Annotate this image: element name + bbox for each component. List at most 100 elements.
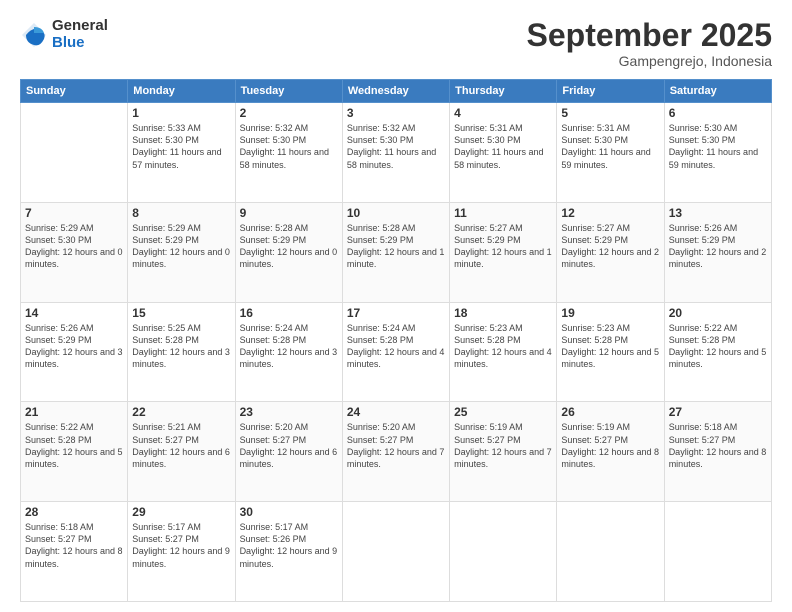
day-info: Sunrise: 5:25 AMSunset: 5:28 PMDaylight:…	[132, 322, 230, 371]
day-info: Sunrise: 5:27 AMSunset: 5:29 PMDaylight:…	[454, 222, 552, 271]
week-row-2: 7 Sunrise: 5:29 AMSunset: 5:30 PMDaylight…	[21, 202, 772, 302]
col-header-friday: Friday	[557, 80, 664, 103]
week-row-4: 21 Sunrise: 5:22 AMSunset: 5:28 PMDayligh…	[21, 402, 772, 502]
day-number: 26	[561, 405, 659, 419]
day-info: Sunrise: 5:29 AMSunset: 5:29 PMDaylight:…	[132, 222, 230, 271]
calendar-header-row: SundayMondayTuesdayWednesdayThursdayFrid…	[21, 80, 772, 103]
calendar-cell: 19 Sunrise: 5:23 AMSunset: 5:28 PMDayligh…	[557, 302, 664, 402]
day-info: Sunrise: 5:20 AMSunset: 5:27 PMDaylight:…	[347, 421, 445, 470]
day-info: Sunrise: 5:23 AMSunset: 5:28 PMDaylight:…	[561, 322, 659, 371]
day-number: 9	[240, 206, 338, 220]
day-number: 22	[132, 405, 230, 419]
day-number: 1	[132, 106, 230, 120]
day-number: 12	[561, 206, 659, 220]
calendar-cell: 28 Sunrise: 5:18 AMSunset: 5:27 PMDayligh…	[21, 502, 128, 602]
col-header-monday: Monday	[128, 80, 235, 103]
calendar-cell: 2 Sunrise: 5:32 AMSunset: 5:30 PMDaylight…	[235, 103, 342, 203]
col-header-thursday: Thursday	[450, 80, 557, 103]
day-number: 25	[454, 405, 552, 419]
day-info: Sunrise: 5:20 AMSunset: 5:27 PMDaylight:…	[240, 421, 338, 470]
day-number: 17	[347, 306, 445, 320]
day-number: 7	[25, 206, 123, 220]
calendar-cell: 15Sunrise: 5:25 AMSunset: 5:28 PMDayligh…	[128, 302, 235, 402]
calendar-cell: 25 Sunrise: 5:19 AMSunset: 5:27 PMDayligh…	[450, 402, 557, 502]
day-number: 21	[25, 405, 123, 419]
calendar-cell: 30Sunrise: 5:17 AMSunset: 5:26 PMDayligh…	[235, 502, 342, 602]
month-title: September 2025	[527, 18, 772, 53]
calendar-cell: 14 Sunrise: 5:26 AMSunset: 5:29 PMDayligh…	[21, 302, 128, 402]
day-number: 8	[132, 206, 230, 220]
day-number: 27	[669, 405, 767, 419]
calendar-cell: 10Sunrise: 5:28 AMSunset: 5:29 PMDayligh…	[342, 202, 449, 302]
day-info: Sunrise: 5:23 AMSunset: 5:28 PMDaylight:…	[454, 322, 552, 371]
calendar-table: SundayMondayTuesdayWednesdayThursdayFrid…	[20, 79, 772, 602]
col-header-tuesday: Tuesday	[235, 80, 342, 103]
logo-text: General Blue	[52, 18, 108, 51]
week-row-5: 28 Sunrise: 5:18 AMSunset: 5:27 PMDayligh…	[21, 502, 772, 602]
day-info: Sunrise: 5:18 AMSunset: 5:27 PMDaylight:…	[25, 521, 123, 570]
day-info: Sunrise: 5:26 AMSunset: 5:29 PMDaylight:…	[669, 222, 767, 271]
day-number: 20	[669, 306, 767, 320]
day-number: 19	[561, 306, 659, 320]
day-info: Sunrise: 5:17 AMSunset: 5:27 PMDaylight:…	[132, 521, 230, 570]
calendar-cell: 26 Sunrise: 5:19 AMSunset: 5:27 PMDayligh…	[557, 402, 664, 502]
calendar-cell: 16Sunrise: 5:24 AMSunset: 5:28 PMDayligh…	[235, 302, 342, 402]
calendar-cell: 4Sunrise: 5:31 AMSunset: 5:30 PMDaylight…	[450, 103, 557, 203]
day-number: 28	[25, 505, 123, 519]
calendar-cell: 3Sunrise: 5:32 AMSunset: 5:30 PMDaylight…	[342, 103, 449, 203]
day-info: Sunrise: 5:22 AMSunset: 5:28 PMDaylight:…	[669, 322, 767, 371]
day-info: Sunrise: 5:24 AMSunset: 5:28 PMDaylight:…	[347, 322, 445, 371]
title-block: September 2025 Gampengrejo, Indonesia	[527, 18, 772, 69]
logo-general: General	[52, 18, 108, 35]
calendar-cell: 20 Sunrise: 5:22 AMSunset: 5:28 PMDayligh…	[664, 302, 771, 402]
calendar-cell: 1 Sunrise: 5:33 AMSunset: 5:30 PMDaylight…	[128, 103, 235, 203]
day-info: Sunrise: 5:26 AMSunset: 5:29 PMDaylight:…	[25, 322, 123, 371]
day-number: 24	[347, 405, 445, 419]
day-info: Sunrise: 5:18 AMSunset: 5:27 PMDaylight:…	[669, 421, 767, 470]
logo-icon	[20, 21, 48, 49]
day-info: Sunrise: 5:32 AMSunset: 5:30 PMDaylight:…	[240, 122, 338, 171]
location-subtitle: Gampengrejo, Indonesia	[527, 53, 772, 69]
calendar-cell: 24 Sunrise: 5:20 AMSunset: 5:27 PMDayligh…	[342, 402, 449, 502]
day-number: 13	[669, 206, 767, 220]
day-number: 29	[132, 505, 230, 519]
day-number: 23	[240, 405, 338, 419]
calendar-cell	[450, 502, 557, 602]
header: General Blue September 2025 Gampengrejo,…	[20, 18, 772, 69]
calendar-cell: 5Sunrise: 5:31 AMSunset: 5:30 PMDaylight…	[557, 103, 664, 203]
calendar-cell: 23 Sunrise: 5:20 AMSunset: 5:27 PMDayligh…	[235, 402, 342, 502]
day-info: Sunrise: 5:28 AMSunset: 5:29 PMDaylight:…	[347, 222, 445, 271]
calendar-cell: 9 Sunrise: 5:28 AMSunset: 5:29 PMDaylight…	[235, 202, 342, 302]
col-header-sunday: Sunday	[21, 80, 128, 103]
calendar-cell: 13 Sunrise: 5:26 AMSunset: 5:29 PMDayligh…	[664, 202, 771, 302]
day-info: Sunrise: 5:27 AMSunset: 5:29 PMDaylight:…	[561, 222, 659, 271]
day-number: 11	[454, 206, 552, 220]
day-info: Sunrise: 5:33 AMSunset: 5:30 PMDaylight:…	[132, 122, 230, 171]
day-info: Sunrise: 5:29 AMSunset: 5:30 PMDaylight:…	[25, 222, 123, 271]
day-number: 14	[25, 306, 123, 320]
logo-blue: Blue	[52, 35, 108, 52]
col-header-wednesday: Wednesday	[342, 80, 449, 103]
calendar-cell: 12 Sunrise: 5:27 AMSunset: 5:29 PMDayligh…	[557, 202, 664, 302]
day-number: 6	[669, 106, 767, 120]
day-info: Sunrise: 5:31 AMSunset: 5:30 PMDaylight:…	[454, 122, 552, 171]
calendar-cell: 22 Sunrise: 5:21 AMSunset: 5:27 PMDayligh…	[128, 402, 235, 502]
day-info: Sunrise: 5:22 AMSunset: 5:28 PMDaylight:…	[25, 421, 123, 470]
calendar-cell: 8 Sunrise: 5:29 AMSunset: 5:29 PMDaylight…	[128, 202, 235, 302]
calendar-cell	[342, 502, 449, 602]
week-row-3: 14 Sunrise: 5:26 AMSunset: 5:29 PMDayligh…	[21, 302, 772, 402]
day-info: Sunrise: 5:19 AMSunset: 5:27 PMDaylight:…	[454, 421, 552, 470]
day-number: 2	[240, 106, 338, 120]
day-info: Sunrise: 5:21 AMSunset: 5:27 PMDaylight:…	[132, 421, 230, 470]
calendar-cell: 18Sunrise: 5:23 AMSunset: 5:28 PMDayligh…	[450, 302, 557, 402]
calendar-cell: 6Sunrise: 5:30 AMSunset: 5:30 PMDaylight…	[664, 103, 771, 203]
day-number: 16	[240, 306, 338, 320]
day-number: 3	[347, 106, 445, 120]
day-info: Sunrise: 5:28 AMSunset: 5:29 PMDaylight:…	[240, 222, 338, 271]
logo: General Blue	[20, 18, 108, 51]
day-info: Sunrise: 5:19 AMSunset: 5:27 PMDaylight:…	[561, 421, 659, 470]
day-info: Sunrise: 5:31 AMSunset: 5:30 PMDaylight:…	[561, 122, 659, 171]
calendar-cell: 11 Sunrise: 5:27 AMSunset: 5:29 PMDayligh…	[450, 202, 557, 302]
day-number: 30	[240, 505, 338, 519]
calendar-cell: 21 Sunrise: 5:22 AMSunset: 5:28 PMDayligh…	[21, 402, 128, 502]
